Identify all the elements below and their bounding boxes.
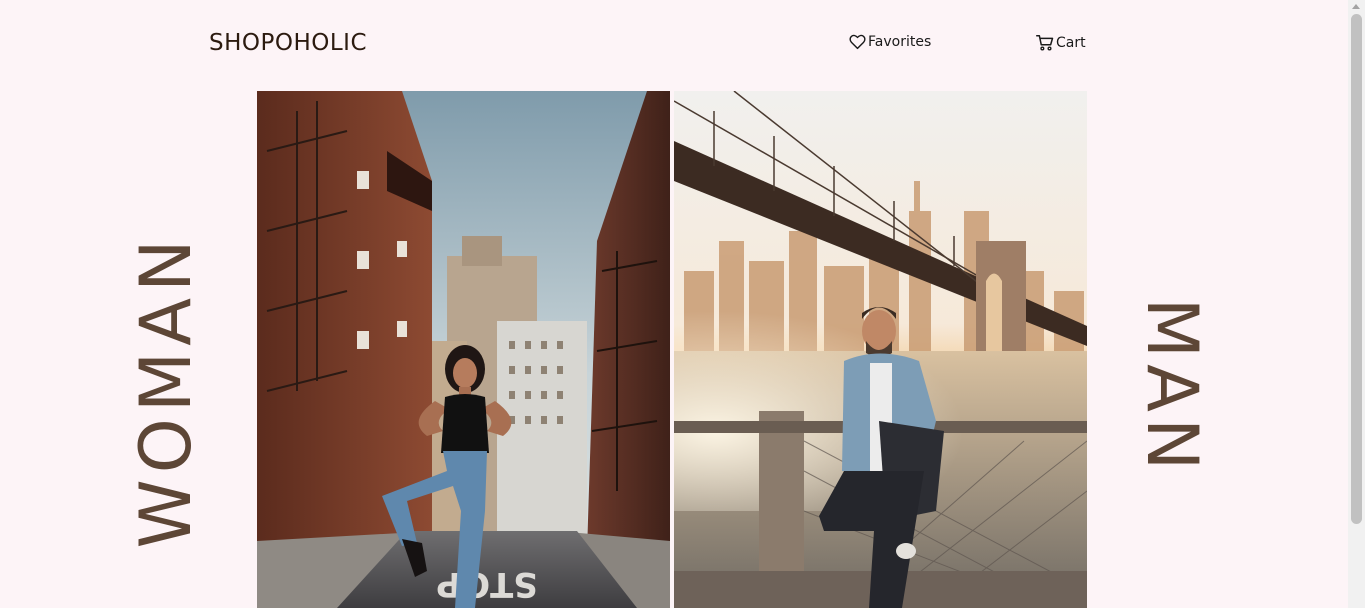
svg-text:STOP: STOP [436,564,538,604]
brand-logo[interactable]: SHOPOHOLIC [209,30,367,56]
page: SHOPOHOLIC Favorites Cart WOMAN MAN STOP [0,0,1365,608]
cart-icon [1036,34,1054,51]
favorites-label: Favorites [868,34,932,50]
heart-icon [849,34,866,50]
scroll-up-arrow-icon[interactable] [1352,4,1360,9]
category-woman-label[interactable]: WOMAN [125,234,207,549]
cart-link[interactable]: Cart [1036,34,1086,51]
scrollbar-thumb[interactable] [1351,14,1362,524]
man-category-image[interactable] [674,91,1087,608]
category-man-label[interactable]: MAN [1131,298,1213,477]
page-scrollbar[interactable] [1348,0,1365,608]
favorites-link[interactable]: Favorites [849,34,931,50]
cart-label: Cart [1056,34,1086,51]
woman-category-image[interactable]: STOP [257,91,670,608]
